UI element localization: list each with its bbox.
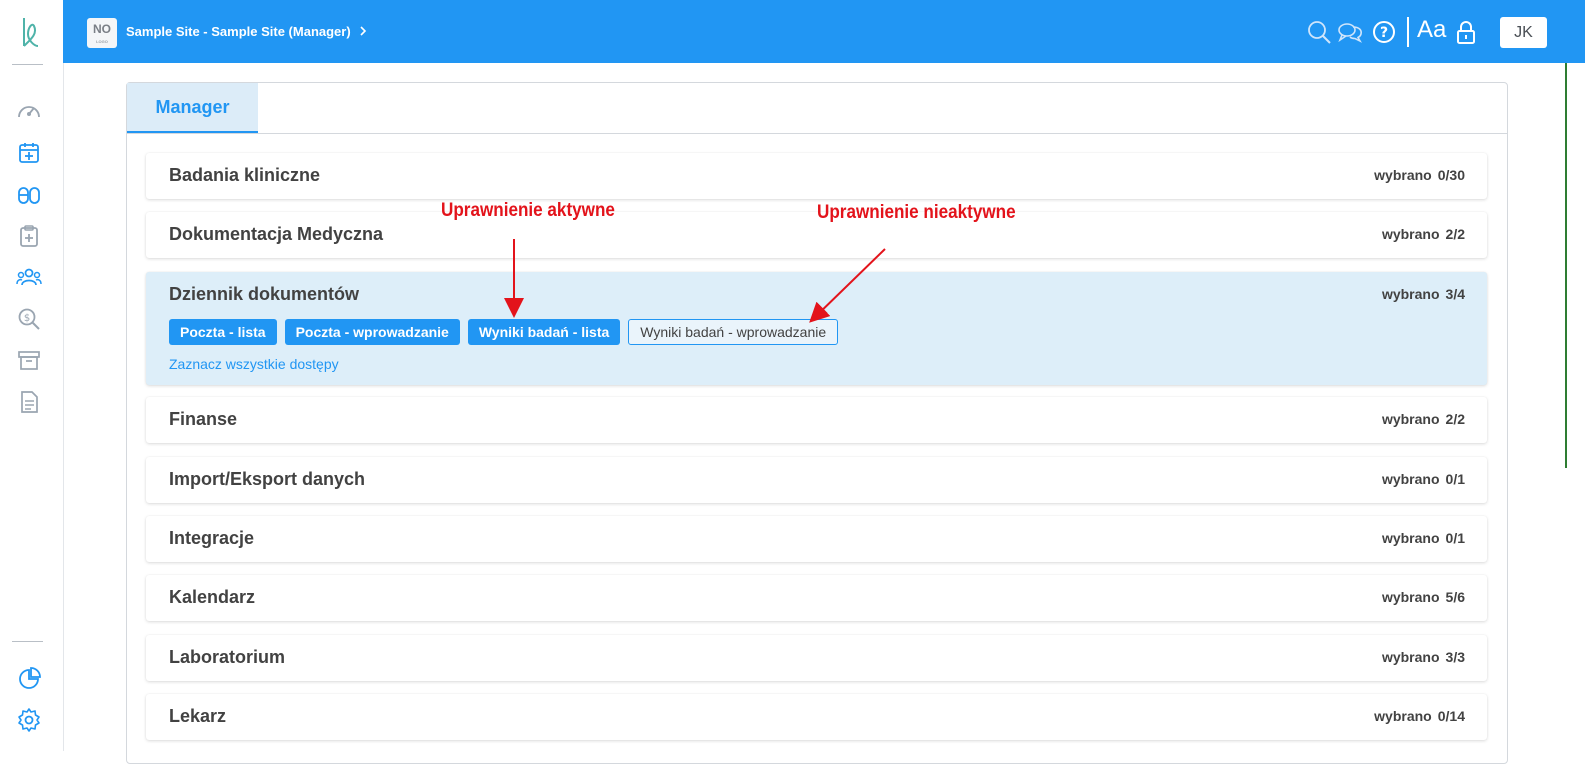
category-title: Laboratorium xyxy=(169,647,286,667)
category-count: wybrano 0/14 xyxy=(1374,708,1465,724)
chat-icon[interactable] xyxy=(1337,19,1363,45)
category-title: Dziennik dokumentów xyxy=(169,284,360,304)
count-value: 5/6 xyxy=(1445,589,1465,605)
medications-icon[interactable] xyxy=(16,182,42,208)
category-integracje[interactable]: Integracje wybrano 0/1 xyxy=(146,516,1487,562)
category-title: Integracje xyxy=(169,528,255,548)
permission-chip-poczta-lista[interactable]: Poczta - lista xyxy=(169,319,277,345)
permission-chip-wyniki-lista[interactable]: Wyniki badań - lista xyxy=(467,319,621,345)
category-title: Import/Eksport danych xyxy=(169,469,366,489)
category-kalendarz[interactable]: Kalendarz wybrano 5/6 xyxy=(146,575,1487,621)
category-dziennik-dokumentow[interactable]: Dziennik dokumentów wybrano 3/4 Poczta - … xyxy=(146,272,1487,385)
count-value: 2/2 xyxy=(1445,411,1465,427)
count-value: 2/2 xyxy=(1445,226,1465,242)
count-label: wybrano xyxy=(1381,471,1440,487)
category-count: wybrano 2/2 xyxy=(1382,411,1465,427)
category-title: Badania kliniczne xyxy=(169,165,321,185)
document-icon[interactable] xyxy=(16,389,42,415)
chevron-right-icon xyxy=(360,24,367,39)
site-badge-subtext: LOGO xyxy=(96,39,108,44)
category-count: wybrano 0/1 xyxy=(1382,471,1465,487)
count-label: wybrano xyxy=(1381,286,1440,302)
logo-icon[interactable] xyxy=(16,16,42,50)
reports-chart-icon[interactable] xyxy=(16,666,42,692)
role-tabs: Manager xyxy=(127,83,1507,134)
page-edge-marker xyxy=(1565,63,1567,468)
settings-gear-icon[interactable] xyxy=(16,707,42,733)
category-count: wybrano 3/4 xyxy=(1382,286,1465,302)
svg-text:$: $ xyxy=(24,313,30,324)
category-title: Kalendarz xyxy=(169,587,256,607)
count-label: wybrano xyxy=(1374,167,1432,183)
lock-icon[interactable] xyxy=(1453,19,1479,45)
left-sidebar: $ xyxy=(0,0,64,751)
count-label: wybrano xyxy=(1381,411,1440,427)
category-import-eksport[interactable]: Import/Eksport danych wybrano 0/1 xyxy=(146,457,1487,503)
annotation-inactive: Uprawnienie nieaktywne xyxy=(817,202,1016,223)
count-label: wybrano xyxy=(1381,589,1440,605)
tab-manager[interactable]: Manager xyxy=(127,83,258,133)
count-label: wybrano xyxy=(1381,649,1440,665)
user-menu-button[interactable]: JK xyxy=(1500,17,1547,48)
archive-icon[interactable] xyxy=(16,347,42,373)
category-count: wybrano 2/2 xyxy=(1382,226,1465,242)
category-finanse[interactable]: Finanse wybrano 2/2 xyxy=(146,397,1487,443)
category-title: Lekarz xyxy=(169,706,227,726)
permission-list: Poczta - lista Poczta - wprowadzanie Wynik… xyxy=(169,319,846,345)
permission-chip-wyniki-wprowadzanie[interactable]: Wyniki badań - wprowadzanie xyxy=(628,319,839,345)
count-label: wybrano xyxy=(1374,708,1432,724)
category-title: Finanse xyxy=(169,409,238,429)
count-value: 0/30 xyxy=(1437,167,1465,183)
help-icon[interactable]: ? xyxy=(1371,19,1397,45)
category-badania-kliniczne[interactable]: Badania kliniczne wybrano 0/30 xyxy=(146,153,1487,199)
topbar-separator xyxy=(1407,17,1409,47)
dashboard-icon[interactable] xyxy=(16,98,42,124)
site-badge-text: NO xyxy=(93,22,111,36)
count-value: 3/4 xyxy=(1445,286,1465,302)
category-count: wybrano 3/3 xyxy=(1382,649,1465,665)
top-bar: NO LOGO Sample Site - Sample Site (Manag… xyxy=(63,0,1585,63)
category-count: wybrano 0/30 xyxy=(1374,167,1465,183)
category-lekarz[interactable]: Lekarz wybrano 0/14 xyxy=(146,694,1487,740)
calendar-add-icon[interactable] xyxy=(16,140,42,166)
category-count: wybrano 5/6 xyxy=(1382,589,1465,605)
site-title: Sample Site - Sample Site (Manager) xyxy=(126,24,351,39)
permission-chip-poczta-wprowadzanie[interactable]: Poczta - wprowadzanie xyxy=(284,319,460,345)
billing-search-icon[interactable]: $ xyxy=(16,306,42,332)
category-laboratorium[interactable]: Laboratorium wybrano 3/3 xyxy=(146,635,1487,681)
font-size-toggle[interactable]: Aa xyxy=(1417,16,1446,44)
select-all-link[interactable]: Zaznacz wszystkie dostępy xyxy=(169,356,339,372)
count-label: wybrano xyxy=(1381,226,1440,242)
count-value: 0/1 xyxy=(1445,530,1465,546)
site-selector[interactable]: Sample Site - Sample Site (Manager) xyxy=(126,24,367,39)
category-count: wybrano 0/1 xyxy=(1382,530,1465,546)
search-icon[interactable] xyxy=(1306,19,1332,45)
clipboard-medical-icon[interactable] xyxy=(16,223,42,249)
svg-text:?: ? xyxy=(1380,25,1388,41)
category-title: Dokumentacja Medyczna xyxy=(169,224,384,244)
sidebar-divider xyxy=(12,64,43,65)
sidebar-divider xyxy=(12,641,43,642)
count-value: 0/14 xyxy=(1437,708,1465,724)
permissions-panel: Manager Badania kliniczne wybrano 0/30 Do… xyxy=(126,82,1508,764)
count-value: 3/3 xyxy=(1445,649,1465,665)
count-label: wybrano xyxy=(1381,530,1440,546)
count-value: 0/1 xyxy=(1445,471,1465,487)
annotation-active: Uprawnienie aktywne xyxy=(441,200,615,221)
site-logo-badge[interactable]: NO LOGO xyxy=(87,18,117,48)
patients-icon[interactable] xyxy=(16,264,42,290)
